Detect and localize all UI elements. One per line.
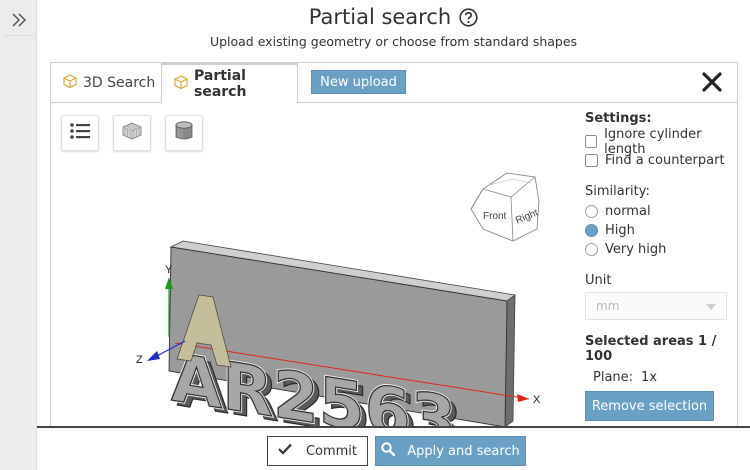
checkmark-icon [278, 443, 292, 459]
similarity-label: Similarity: [585, 184, 650, 199]
similarity-high-option[interactable]: High [585, 221, 735, 240]
page-subtitle: Upload existing geometry or choose from … [209, 34, 578, 49]
tab-3d-search[interactable]: 3D Search [51, 63, 161, 103]
commit-button[interactable]: Commit [267, 436, 368, 466]
z-axis-label: Z [136, 354, 143, 366]
similarity-normal-option[interactable]: normal [585, 202, 735, 221]
similarity-normal-radio[interactable] [585, 205, 598, 218]
cube-icon [63, 74, 77, 92]
page-title: Partial search [37, 5, 750, 29]
similarity-very-high-option[interactable]: Very high [585, 240, 735, 259]
help-icon[interactable] [459, 7, 478, 27]
search-panel: 3D Search Partial search New upload Fron… [50, 62, 738, 467]
search-icon [381, 442, 396, 460]
view-cube[interactable]: Front Right [470, 172, 540, 242]
unit-label: Unit [585, 273, 612, 288]
footer-bar: Commit Apply and search [37, 426, 750, 470]
3d-viewer[interactable]: Front Right AR2563 AR2563 AR2563 Y Z X [51, 105, 581, 467]
x-axis-arrow [517, 394, 529, 402]
page-header: Partial search Upload existing geometry … [37, 0, 750, 62]
ignore-cylinder-length-option[interactable]: Ignore cylinder length [585, 127, 735, 157]
tab-partial-search[interactable]: Partial search [161, 63, 298, 104]
cube-icon [174, 75, 188, 93]
z-axis-arrow [147, 351, 160, 361]
apply-and-search-button[interactable]: Apply and search [375, 436, 526, 466]
new-upload-button[interactable]: New upload [311, 70, 406, 94]
chevron-down-icon [706, 299, 716, 313]
similarity-high-radio[interactable] [585, 224, 598, 237]
remove-selection-button[interactable]: Remove selection [585, 391, 714, 421]
find-counterpart-checkbox[interactable] [585, 154, 598, 167]
selected-areas-count: Selected areas 1 / 100 [585, 334, 717, 364]
ignore-cylinder-length-checkbox[interactable] [585, 135, 598, 148]
settings-title: Settings: [585, 111, 652, 126]
settings-panel: Settings: Ignore cylinder length Find a … [585, 111, 735, 421]
viewcube-front-label: Front [483, 211, 507, 222]
y-axis-label: Y [165, 264, 173, 276]
close-icon[interactable] [701, 71, 723, 93]
3d-model[interactable]: AR2563 AR2563 AR2563 Y Z X [136, 240, 541, 467]
x-axis-label: X [533, 394, 541, 406]
left-rail [0, 0, 37, 470]
similarity-very-high-radio[interactable] [585, 243, 598, 256]
unit-select[interactable]: mm [585, 292, 727, 320]
tab-bar: 3D Search Partial search New upload [51, 63, 737, 104]
expand-sidebar-icon[interactable] [4, 4, 33, 36]
plane-count: Plane: 1x [593, 370, 658, 385]
find-counterpart-option[interactable]: Find a counterpart [585, 151, 735, 170]
